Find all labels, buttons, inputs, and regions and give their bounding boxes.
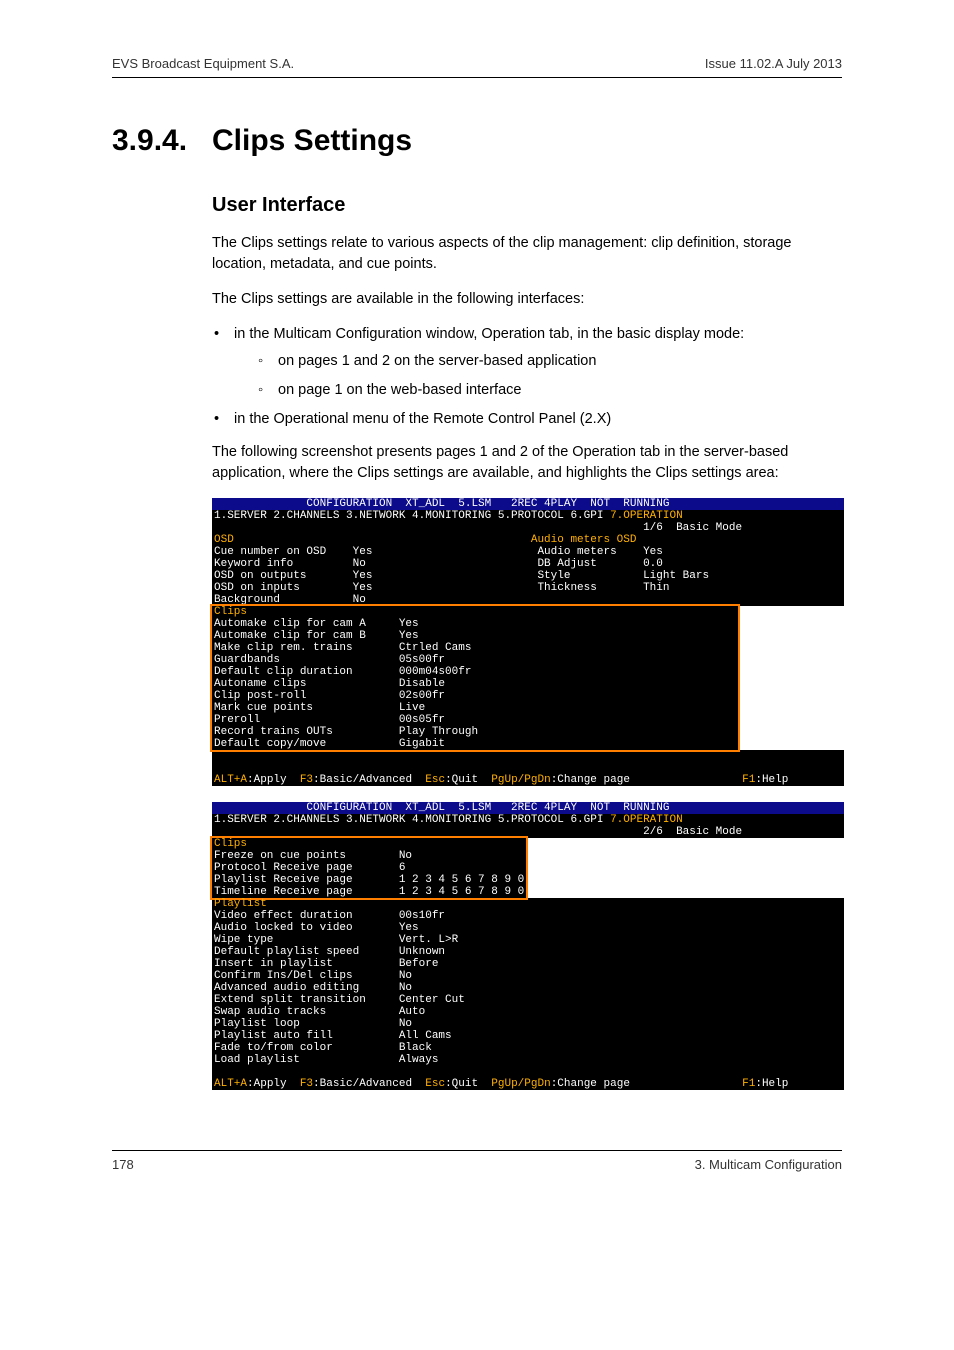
term-row: Protocol Receive page 6: [212, 862, 526, 874]
term-row: Playlist: [212, 898, 844, 910]
list-item: on page 1 on the web-based interface: [256, 380, 842, 401]
terminal-screenshot-1: CONFIGURATION XT_ADL 5.LSM 2REC 4PLAY NO…: [212, 498, 844, 786]
term-row: Default playlist speed Unknown: [212, 946, 844, 958]
header-right: Issue 11.02.A July 2013: [705, 56, 842, 71]
term-row: Timeline Receive page 1 2 3 4 5 6 7 8 9 …: [212, 886, 526, 898]
term-row: Mark cue points Live: [212, 702, 738, 714]
header-left: EVS Broadcast Equipment S.A.: [112, 56, 294, 71]
term-row: Autoname clips Disable: [212, 678, 738, 690]
term-row: Wipe type Vert. L>R: [212, 934, 844, 946]
list-item: on pages 1 and 2 on the server-based app…: [256, 351, 842, 372]
term-row: Make clip rem. trains Ctrled Cams: [212, 642, 738, 654]
term-row: Preroll 00s05fr: [212, 714, 738, 726]
term-tabs: 1.SERVER 2.CHANNELS 3.NETWORK 4.MONITORI…: [212, 814, 844, 826]
term-mode: 1/6 Basic Mode: [212, 522, 844, 534]
term-row: Clips: [212, 606, 738, 618]
term-row: Fade to/from color Black: [212, 1042, 844, 1054]
term-row: [212, 762, 844, 774]
heading-number: 3.9.4.: [112, 124, 212, 158]
term-row: OSD Audio meters OSD: [212, 534, 844, 546]
paragraph: The following screenshot presents pages …: [212, 442, 842, 484]
term-row: Load playlist Always: [212, 1054, 844, 1066]
term-row: Cue number on OSD Yes Audio meters Yes: [212, 546, 844, 558]
term-row: Playlist auto fill All Cams: [212, 1030, 844, 1042]
list-item: in the Multicam Configuration window, Op…: [212, 324, 842, 401]
term-row: Swap audio tracks Auto: [212, 1006, 844, 1018]
term-row: Default clip duration 000m04s00fr: [212, 666, 738, 678]
term-row: Clip post-roll 02s00fr: [212, 690, 738, 702]
term-row: Audio locked to video Yes: [212, 922, 844, 934]
footer-right: 3. Multicam Configuration: [695, 1157, 842, 1172]
term-row: Playlist loop No: [212, 1018, 844, 1030]
term-row: Guardbands 05s00fr: [212, 654, 738, 666]
term-row: Freeze on cue points No: [212, 850, 526, 862]
term-row: OSD on inputs Yes Thickness Thin: [212, 582, 844, 594]
list-item-text: in the Multicam Configuration window, Op…: [234, 326, 744, 342]
page-number: 178: [112, 1157, 134, 1172]
terminal-screenshot-2: CONFIGURATION XT_ADL 5.LSM 2REC 4PLAY NO…: [212, 802, 844, 1090]
term-footer: ALT+A:Apply F3:Basic/Advanced Esc:Quit P…: [212, 1078, 844, 1090]
term-row: Automake clip for cam B Yes: [212, 630, 738, 642]
term-row: Default copy/move Gigabit: [212, 738, 738, 750]
term-row: Video effect duration 00s10fr: [212, 910, 844, 922]
term-row: OSD on outputs Yes Style Light Bars: [212, 570, 844, 582]
term-row: Extend split transition Center Cut: [212, 994, 844, 1006]
page-header: EVS Broadcast Equipment S.A. Issue 11.02…: [112, 56, 842, 78]
term-footer: ALT+A:Apply F3:Basic/Advanced Esc:Quit P…: [212, 774, 844, 786]
heading-title: Clips Settings: [212, 124, 412, 158]
clips-highlight-box: Clips Automake clip for cam A Yes Automa…: [210, 604, 740, 752]
section-heading: 3.9.4. Clips Settings: [112, 124, 842, 158]
term-row: Confirm Ins/Del clips No: [212, 970, 844, 982]
term-row: Keyword info No DB Adjust 0.0: [212, 558, 844, 570]
list-item: in the Operational menu of the Remote Co…: [212, 409, 842, 430]
paragraph: The Clips settings are available in the …: [212, 289, 842, 310]
term-row: [212, 1066, 844, 1078]
paragraph: The Clips settings relate to various asp…: [212, 233, 842, 275]
term-row: Record trains OUTs Play Through: [212, 726, 738, 738]
term-row: Clips: [212, 838, 526, 850]
term-row: Insert in playlist Before: [212, 958, 844, 970]
body-text: The Clips settings relate to various asp…: [212, 233, 842, 484]
subheading: User Interface: [212, 194, 842, 217]
term-row: Playlist Receive page 1 2 3 4 5 6 7 8 9 …: [212, 874, 526, 886]
term-title: CONFIGURATION XT_ADL 5.LSM 2REC 4PLAY NO…: [212, 802, 844, 814]
term-title: CONFIGURATION XT_ADL 5.LSM 2REC 4PLAY NO…: [212, 498, 844, 510]
term-row: Automake clip for cam A Yes: [212, 618, 738, 630]
term-tabs: 1.SERVER 2.CHANNELS 3.NETWORK 4.MONITORI…: [212, 510, 844, 522]
page-footer: 178 3. Multicam Configuration: [112, 1150, 842, 1172]
term-row: Advanced audio editing No: [212, 982, 844, 994]
clips-highlight-box: Clips Freeze on cue points No Protocol R…: [210, 836, 528, 900]
